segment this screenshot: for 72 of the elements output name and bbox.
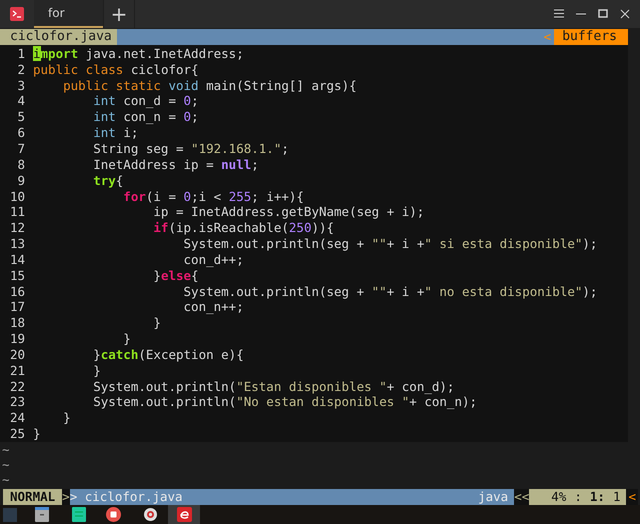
new-tab-button[interactable]: + — [103, 0, 135, 28]
code-line: ip = InetAddress.getByName(seg + i); — [152, 204, 424, 220]
line-number: 3 — [16, 78, 25, 94]
buffers-label: buffers — [554, 28, 628, 45]
line-number: 19 — [8, 331, 25, 347]
line-number: 22 — [8, 378, 25, 394]
line-number: 24 — [8, 410, 25, 426]
code-line: System.out.println("No estan disponibles "+ con_n); — [92, 394, 478, 410]
line-number: 17 — [8, 299, 25, 316]
line-number: 10 — [8, 188, 25, 204]
empty-line-marker: ~ — [1, 472, 11, 487]
code-line: System.out.println(seg + ""+ i +" no esta disponible"); — [182, 284, 598, 300]
maximize-icon[interactable] — [598, 9, 608, 18]
code-line: }else{ — [152, 268, 199, 284]
line-number: 18 — [8, 315, 25, 332]
line-number: 25 — [8, 426, 25, 442]
code-line: } — [33, 426, 41, 442]
code-line: int con_d = 0; — [92, 93, 199, 110]
record-icon[interactable] — [106, 507, 120, 522]
line-number: 15 — [8, 268, 25, 284]
line-number: 13 — [8, 236, 25, 252]
code-line: con_d++; — [182, 252, 244, 268]
line-number: 6 — [16, 125, 25, 141]
code-line: System.out.println(seg + ""+ i +" si esta disponible"); — [182, 236, 598, 252]
code-line: InetAddress ip = null; — [92, 156, 259, 173]
code-line: } — [152, 315, 161, 332]
line-number: 16 — [8, 284, 25, 300]
code-line: int i; — [92, 125, 138, 141]
code-line: }catch(Exception e){ — [92, 346, 244, 363]
line-number: 2 — [16, 62, 25, 78]
code-line: public static void main(String[] args){ — [62, 78, 357, 94]
code-line: String seg = "192.168.1."; — [92, 140, 289, 157]
filetype-label: java — [478, 489, 510, 505]
line-number: 7 — [16, 140, 25, 157]
code-line: public class ciclofor{ — [33, 62, 199, 78]
line-number: 14 — [8, 252, 25, 268]
code-line: con_n++; — [182, 299, 244, 316]
status-filename: > ciclofor.java — [70, 489, 183, 505]
close-icon[interactable] — [620, 8, 630, 19]
empty-line-marker: ~ — [1, 457, 11, 472]
buffer-filename[interactable]: ciclofor.java — [0, 28, 117, 45]
empty-line-marker: ~ — [1, 442, 11, 457]
position-text: 4% — [551, 489, 566, 505]
line-number: 8 — [16, 156, 25, 173]
code-line: int con_n = 0; — [92, 109, 199, 126]
position-text: 1: — [590, 489, 605, 505]
code-line: } — [92, 362, 101, 379]
position-text: : — [574, 489, 582, 505]
line-number: 20 — [8, 346, 25, 363]
code-line: } — [122, 331, 131, 347]
line-number: 5 — [16, 109, 25, 126]
line-number: 23 — [8, 394, 25, 410]
line-number: 21 — [8, 362, 25, 379]
line-number: 11 — [8, 204, 25, 220]
line-number: 12 — [8, 220, 25, 236]
code-line: if(ip.isReachable(250)){ — [152, 220, 334, 236]
code-line: System.out.println("Estan disponibles "+ con_d); — [92, 378, 454, 394]
code-line: } — [62, 410, 71, 426]
app-icon[interactable] — [176, 507, 192, 522]
line-number: 4 — [16, 93, 25, 110]
mode-indicator: NORMAL — [3, 489, 62, 505]
code-line: for(i = 0;i < 255; i++){ — [122, 188, 304, 204]
code-line: try{ — [92, 172, 124, 188]
line-number: 1 — [16, 46, 25, 62]
code-line: import java.net.InetAddress; — [33, 46, 244, 62]
line-number: 9 — [16, 172, 25, 188]
tab[interactable]: for — [34, 0, 103, 28]
cabinet-icon[interactable] — [35, 507, 49, 522]
position-text: 1 — [612, 489, 620, 505]
terminal-icon — [10, 6, 24, 21]
separator-arrow: < — [544, 28, 552, 45]
menu-icon[interactable] — [554, 9, 564, 18]
